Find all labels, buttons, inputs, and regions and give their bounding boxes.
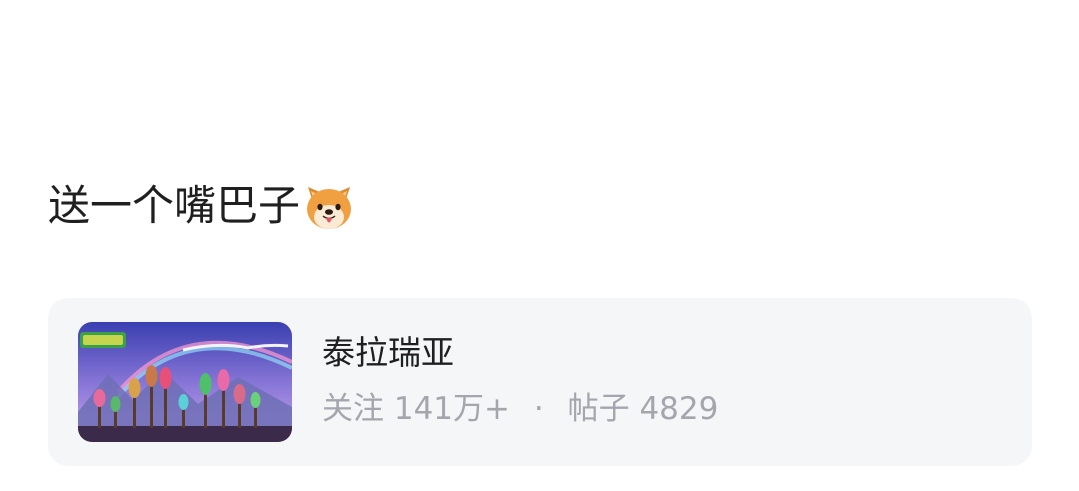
forum-stats: 关注 141万+ · 帖子 4829 xyxy=(322,388,718,430)
posts-label: 帖子 xyxy=(567,391,630,427)
posts-count: 4829 xyxy=(639,391,719,427)
post-content: 送一个嘴巴子 xyxy=(48,176,356,236)
stats-separator: · xyxy=(533,391,544,427)
post-detail: 送一个嘴巴子 泰拉瑞亚 关注 141万+ · 帖子 4829 xyxy=(0,0,1079,491)
terraria-thumbnail-image xyxy=(78,322,292,442)
forum-card[interactable]: 泰拉瑞亚 关注 141万+ · 帖子 4829 xyxy=(48,298,1032,466)
forum-name: 泰拉瑞亚 xyxy=(322,333,454,372)
post-text: 送一个嘴巴子 xyxy=(48,181,301,230)
followers-count: 141万+ xyxy=(393,391,511,427)
dog-face-emoji-icon xyxy=(307,187,352,229)
followers-label: 关注 xyxy=(322,391,384,427)
